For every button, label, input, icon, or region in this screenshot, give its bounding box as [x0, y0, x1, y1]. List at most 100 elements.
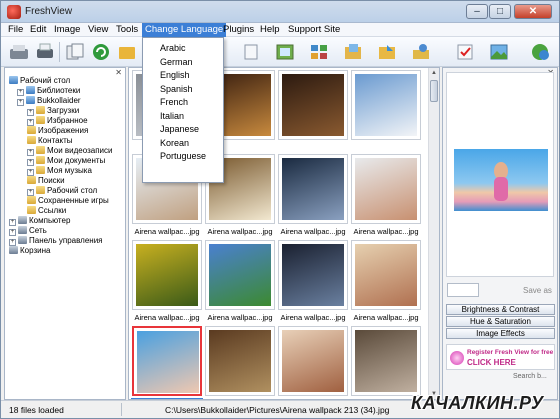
thumbnail[interactable]: [351, 240, 421, 310]
language-option[interactable]: Portuguese: [160, 150, 206, 162]
tree-item[interactable]: + Избранное: [27, 116, 88, 126]
checklist-icon[interactable]: [453, 40, 477, 64]
expand-icon[interactable]: +: [9, 239, 16, 246]
thumbnail-scrollbar[interactable]: ▲ ▼: [428, 68, 439, 399]
scroll-up-icon[interactable]: ▲: [429, 68, 439, 78]
thumbnail[interactable]: [132, 326, 202, 396]
scan-icon[interactable]: [7, 40, 31, 64]
scrollbar-thumb[interactable]: [430, 80, 438, 102]
language-option[interactable]: Arabic: [160, 42, 186, 54]
thumbnail[interactable]: [278, 326, 348, 396]
share-icon[interactable]: [409, 40, 433, 64]
tree-item[interactable]: + Компьютер: [9, 216, 70, 226]
expand-icon[interactable]: +: [17, 99, 24, 106]
thumbnail-label[interactable]: Airena wallpac...jpg: [277, 226, 349, 237]
language-option[interactable]: French: [160, 96, 188, 108]
tree-item[interactable]: + Моя музыка: [27, 166, 92, 176]
register-click-here[interactable]: CLICK HERE: [467, 358, 516, 367]
menu-view[interactable]: View: [85, 23, 111, 37]
thumbnail-image: [282, 244, 344, 306]
menu-image[interactable]: Image: [51, 23, 83, 37]
register-banner[interactable]: Register Fresh View for free CLICK HERE: [446, 344, 555, 370]
thumbnail-label[interactable]: Airena wallpac...jpg: [131, 312, 203, 323]
brightness-contrast-button[interactable]: Brightness & Contrast: [446, 304, 555, 315]
print-icon[interactable]: [33, 40, 57, 64]
wallpaper-icon[interactable]: [487, 40, 511, 64]
image-effects-button[interactable]: Image Effects: [446, 328, 555, 339]
tree-item[interactable]: Поиски: [27, 176, 65, 186]
thumbnail-label[interactable]: Airena wallpac...jpg: [204, 312, 276, 323]
photo-folder-icon[interactable]: [341, 40, 365, 64]
thumbnail[interactable]: [132, 240, 202, 310]
slideshow-icon[interactable]: [273, 40, 297, 64]
thumbnail[interactable]: [351, 154, 421, 224]
language-option[interactable]: Korean: [160, 137, 189, 149]
tree-item-label: Мои видеозаписи: [47, 146, 113, 155]
language-option[interactable]: German: [160, 56, 193, 68]
expand-icon[interactable]: +: [9, 219, 16, 226]
menu-change-language[interactable]: Change Language: [142, 23, 227, 37]
contacts-folder-icon: [27, 136, 36, 144]
expand-icon[interactable]: +: [27, 159, 34, 166]
thumbnail-label[interactable]: Airena wallpac...jpg: [204, 226, 276, 237]
expand-icon[interactable]: +: [27, 109, 34, 116]
tree-item[interactable]: Корзина: [9, 246, 50, 256]
close-button[interactable]: ✕: [514, 4, 552, 19]
tree-item[interactable]: + Рабочий стол: [27, 186, 97, 196]
thumbnail[interactable]: [205, 326, 275, 396]
tree-item[interactable]: Контакты: [27, 136, 73, 146]
thumbnail[interactable]: [351, 70, 421, 140]
tree-item[interactable]: + Библиотеки: [17, 86, 80, 96]
gallery-icon[interactable]: [307, 40, 331, 64]
minimize-button[interactable]: –: [466, 4, 488, 19]
maximize-button[interactable]: □: [489, 4, 511, 19]
save-as-label[interactable]: Save as: [523, 286, 552, 295]
refresh-icon[interactable]: [89, 40, 113, 64]
menu-file[interactable]: File: [5, 23, 26, 37]
expand-icon[interactable]: +: [27, 169, 34, 176]
tree-item[interactable]: Изображения: [27, 126, 88, 136]
language-option[interactable]: Spanish: [160, 83, 193, 95]
tree-item[interactable]: + Сеть: [9, 226, 47, 236]
copy-files-icon[interactable]: [63, 40, 87, 64]
thumbnail[interactable]: [205, 240, 275, 310]
expand-icon[interactable]: +: [27, 189, 34, 196]
close-panel-icon[interactable]: ✕: [115, 68, 122, 77]
thumbnail[interactable]: [278, 154, 348, 224]
web-globe-icon[interactable]: [529, 40, 553, 64]
menu-support-site[interactable]: Support Site: [285, 23, 343, 37]
folder-open-icon[interactable]: [115, 40, 139, 64]
language-option[interactable]: Italian: [160, 110, 184, 122]
thumbnail-label[interactable]: Airena wallpac...jpg: [350, 312, 422, 323]
expand-icon[interactable]: +: [9, 229, 16, 236]
tree-item[interactable]: Сохраненные игры: [27, 196, 109, 206]
thumbnail[interactable]: [278, 70, 348, 140]
thumbnail-label[interactable]: Airena wallpac...jpg: [131, 226, 203, 237]
language-option[interactable]: English: [160, 69, 190, 81]
expand-icon[interactable]: +: [27, 119, 34, 126]
tree-item[interactable]: Ссылки: [27, 206, 66, 216]
export-folder-icon[interactable]: [375, 40, 399, 64]
menu-plugins[interactable]: Plugins: [220, 23, 257, 37]
menu-tools[interactable]: Tools: [113, 23, 141, 37]
thumbnail-label[interactable]: Airena wallpac...jpg: [277, 312, 349, 323]
hue-saturation-button[interactable]: Hue & Saturation: [446, 316, 555, 327]
tree-item-label: Контакты: [38, 136, 73, 145]
thumbnail[interactable]: [351, 326, 421, 396]
tree-item[interactable]: + Панель управления: [9, 236, 103, 246]
tree-item[interactable]: + Мои документы: [27, 156, 105, 166]
tree-item[interactable]: + Загрузки: [27, 106, 79, 116]
tree-item[interactable]: Рабочий стол: [9, 76, 70, 86]
rotate-icon[interactable]: [239, 40, 263, 64]
expand-icon[interactable]: +: [27, 149, 34, 156]
language-option[interactable]: Japanese: [160, 123, 199, 135]
expand-icon[interactable]: +: [17, 89, 24, 96]
tree-item[interactable]: + Мои видеозаписи: [27, 146, 112, 156]
thumbnail[interactable]: [278, 240, 348, 310]
menu-edit[interactable]: Edit: [27, 23, 49, 37]
menu-help[interactable]: Help: [257, 23, 283, 37]
tree-item-label: Сеть: [29, 226, 47, 235]
resize-value-box[interactable]: [447, 283, 479, 297]
tree-item[interactable]: + Bukkollaider: [17, 96, 81, 106]
thumbnail-label[interactable]: Airena wallpac...jpg: [350, 226, 422, 237]
